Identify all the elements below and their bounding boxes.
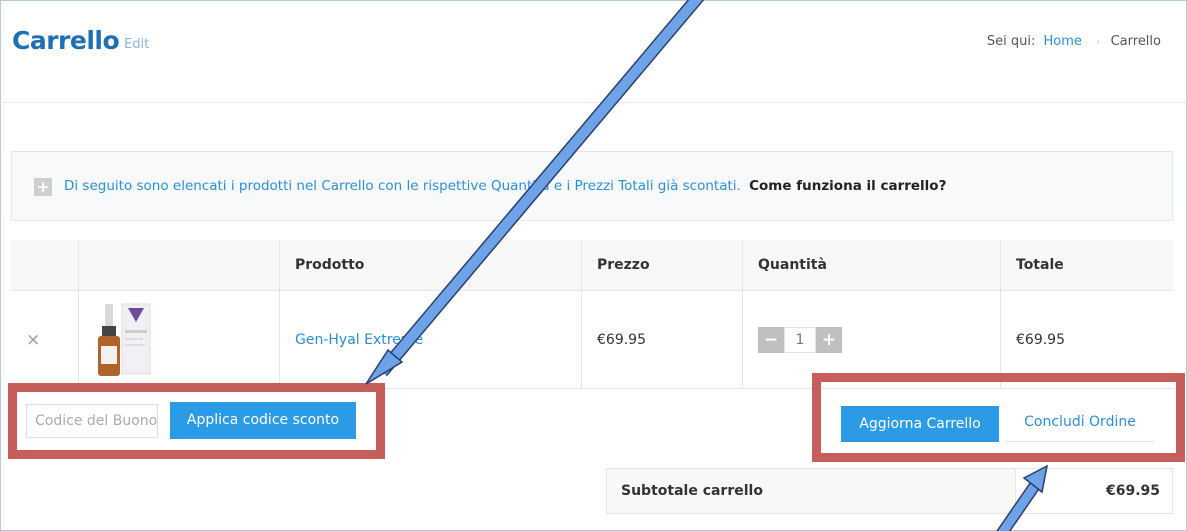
arrow-to-coupon — [365, 0, 705, 385]
annotation-arrows — [365, 0, 1049, 531]
arrow-to-checkout — [996, 464, 1049, 531]
